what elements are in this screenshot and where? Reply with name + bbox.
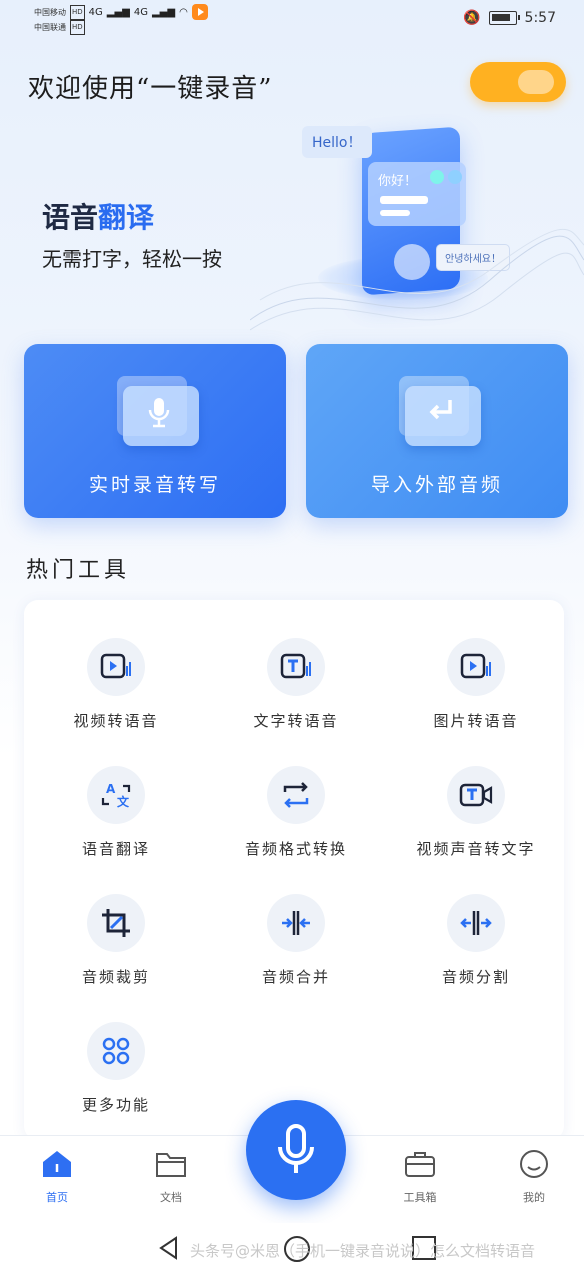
format-convert-icon <box>267 766 325 824</box>
more-icon <box>87 1022 145 1080</box>
microphone-icon <box>278 1124 314 1173</box>
tab-toolbox-label: 工具箱 <box>403 1191 437 1204</box>
wave-lines-decoration <box>250 228 584 331</box>
tab-toolbox[interactable]: 工具箱 <box>380 1148 460 1205</box>
tool-split[interactable]: 音频分割 <box>386 894 566 987</box>
tool-label: 视频转语音 <box>73 712 159 730</box>
hd-badge-2: HD <box>70 20 85 35</box>
smile-face-icon <box>520 1150 548 1178</box>
tool-video-to-audio[interactable]: 视频转语音 <box>26 638 206 731</box>
status-bar-left: 中国移动 HD 4G ▂▄▆ 4G ▂▄▆ ◠ 中国联通 HD <box>34 4 208 35</box>
realtime-record-card[interactable]: 实时录音转写 <box>24 344 286 518</box>
chat-bubble-text: 你好！ <box>378 174 418 189</box>
svg-text:A: A <box>106 782 116 796</box>
battery-icon <box>488 11 520 25</box>
tool-video-text[interactable]: 视频声音转文字 <box>386 766 566 859</box>
tool-label: 音频分割 <box>441 968 510 986</box>
tab-mine[interactable]: 我的 <box>494 1148 574 1205</box>
signal-icon-1: ▂▄▆ <box>106 6 130 18</box>
import-audio-card[interactable]: 导入外部音频 <box>306 344 568 518</box>
mute-icon: 🔕 <box>463 10 481 26</box>
import-audio-label: 导入外部音频 <box>370 474 503 496</box>
nav-back-icon[interactable] <box>158 1236 180 1260</box>
tab-files[interactable]: 文档 <box>131 1148 211 1205</box>
tool-label: 音频格式转换 <box>244 840 347 858</box>
home-icon <box>43 1151 71 1177</box>
tool-label: 音频合并 <box>261 968 330 986</box>
tab-home-label: 首页 <box>46 1191 68 1204</box>
video-to-audio-icon <box>87 638 145 696</box>
carrier-1: 中国移动 <box>34 7 66 17</box>
toolbox-icon <box>405 1152 435 1177</box>
tool-translate[interactable]: A文 语音翻译 <box>26 766 206 859</box>
signal-1: 4G <box>88 6 103 18</box>
tool-more[interactable]: 更多功能 <box>26 1022 206 1115</box>
hello-bubble: Hello！ <box>302 126 372 158</box>
folder-icon <box>156 1153 186 1177</box>
tool-label: 视频声音转文字 <box>416 840 536 858</box>
merge-icon <box>267 894 325 952</box>
video-app-icon <box>191 4 208 20</box>
translate-icon: A文 <box>87 766 145 824</box>
video-text-icon <box>447 766 505 824</box>
vip-toggle[interactable] <box>470 62 566 102</box>
tool-label: 语音翻译 <box>81 840 150 858</box>
banner-title-highlight: 翻译 <box>98 201 155 234</box>
banner-title-main: 语音 <box>42 201 99 234</box>
carrier-2: 中国联通 <box>34 23 66 32</box>
tool-label: 音频裁剪 <box>81 968 150 986</box>
signal-icon-2: ▂▄▆ <box>151 6 176 18</box>
banner-title: 语音翻译 <box>42 196 154 236</box>
clock: 5:57 <box>524 10 556 26</box>
tool-image-to-audio[interactable]: 图片转语音 <box>386 638 566 731</box>
image-to-audio-icon <box>447 638 505 696</box>
hd-badge-1: HD <box>70 4 85 20</box>
tab-home[interactable]: 首页 <box>17 1148 97 1205</box>
welcome-title: 欢迎使用“一键录音” <box>28 74 273 104</box>
watermark-text: 头条号@米恩（手机一键录音说说）怎么文档转语音 <box>190 1242 536 1260</box>
realtime-record-label: 实时录音转写 <box>88 474 221 496</box>
import-folder-icon <box>399 376 481 446</box>
mic-folder-icon <box>117 376 199 446</box>
tool-merge[interactable]: 音频合并 <box>206 894 386 987</box>
tab-files-label: 文档 <box>160 1191 182 1204</box>
hot-tools-title: 热门工具 <box>26 558 131 583</box>
status-bar-right: 🔕 5:57 <box>463 10 556 26</box>
tool-format-convert[interactable]: 音频格式转换 <box>206 766 386 859</box>
tab-mine-label: 我的 <box>523 1191 545 1204</box>
tool-crop[interactable]: 音频裁剪 <box>26 894 206 987</box>
text-to-speech-icon <box>267 638 325 696</box>
crop-icon <box>87 894 145 952</box>
record-mic-button[interactable] <box>246 1100 346 1200</box>
tool-text-to-speech[interactable]: 文字转语音 <box>206 638 386 731</box>
wifi-icon: ◠ <box>179 6 188 18</box>
tool-label: 图片转语音 <box>433 712 519 730</box>
signal-2: 4G <box>133 6 148 18</box>
tools-panel: 视频转语音 文字转语音 图片转语音 A文 语音翻译 音频格式转换 视频声音转文字 <box>24 600 564 1140</box>
tool-label: 更多功能 <box>81 1096 150 1114</box>
tool-label: 文字转语音 <box>253 712 339 730</box>
split-icon <box>447 894 505 952</box>
svg-text:文: 文 <box>117 794 130 809</box>
banner-subtitle: 无需打字，轻松一按 <box>42 247 222 271</box>
